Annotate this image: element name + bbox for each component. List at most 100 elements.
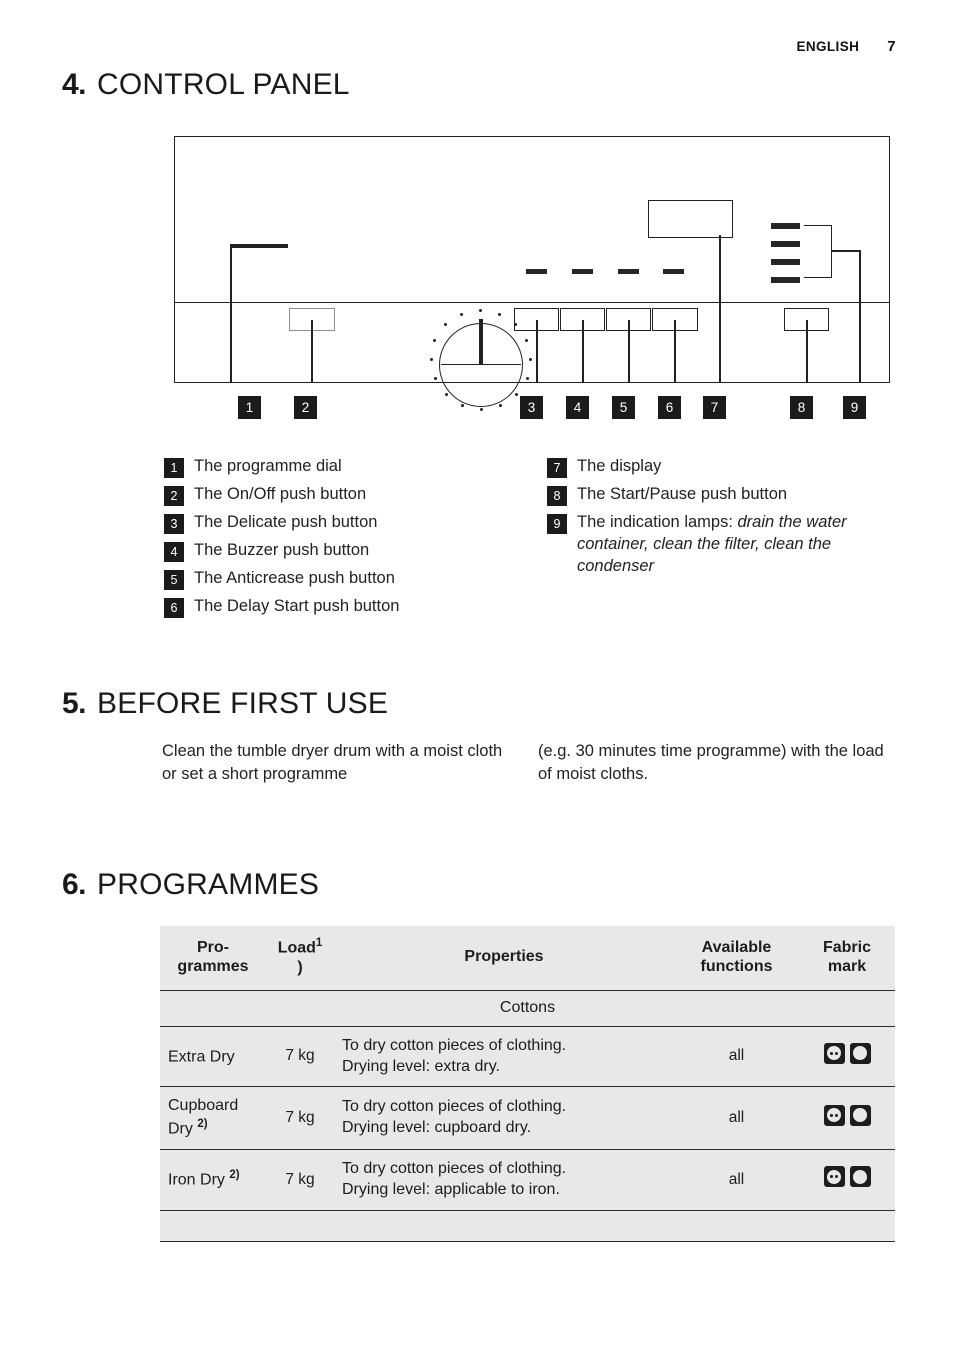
- legend-item: 2 The On/Off push button: [164, 484, 524, 506]
- fabric-marks: [823, 1104, 871, 1126]
- tumble-dry-any-icon: [849, 1104, 871, 1126]
- legend-item: 4 The Buzzer push button: [164, 540, 524, 562]
- before-first-use-column-2: (e.g. 30 minutes time programme) with th…: [538, 742, 884, 784]
- table-trailing-cell: [160, 1210, 895, 1242]
- properties-line2: Drying level: cupboard dry.: [342, 1119, 532, 1137]
- col-header-fabric-mark-line1: Fabric: [822, 938, 871, 956]
- leader-4: [582, 320, 584, 383]
- programme-dial-icon: [430, 309, 533, 412]
- section-heading-programmes: 6. PROGRAMMES: [62, 868, 319, 902]
- lamp-clean-filter: [771, 241, 800, 247]
- lamp-clean-condenser: [771, 259, 800, 265]
- dial-leader-tick: [230, 244, 288, 248]
- col-header-load-sup: 1: [315, 937, 323, 949]
- section-title: CONTROL PANEL: [97, 68, 350, 101]
- col-header-load-sup-close: ): [297, 958, 303, 976]
- control-panel-diagram: [174, 136, 890, 412]
- programme-footnote: 2): [197, 1118, 208, 1131]
- legend-item: 1 The programme dial: [164, 456, 524, 478]
- leader-5: [628, 320, 630, 383]
- legend-badge: 3: [164, 514, 184, 534]
- lamp-bracket-stub: [832, 250, 860, 252]
- callout-2: 2: [294, 396, 317, 419]
- section-number: 6.: [62, 868, 87, 901]
- callout-4: 4: [566, 396, 589, 419]
- header-language: ENGLISH: [796, 39, 860, 54]
- callout-6: 6: [658, 396, 681, 419]
- fabric-marks: [823, 1042, 871, 1064]
- callout-9: 9: [843, 396, 866, 419]
- table-header-row: Pro- grammes Load1 ) Properties Availabl…: [160, 926, 895, 991]
- group-label-cottons: Cottons: [160, 990, 895, 1027]
- col-header-available-functions-line1: Available: [701, 938, 772, 956]
- col-header-properties: Properties: [334, 926, 674, 991]
- col-header-programmes-line2: grammes: [177, 957, 249, 975]
- cell-properties: To dry cotton pieces of clothing. Drying…: [334, 1086, 674, 1151]
- control-panel-legend-right: 7 The display 8 The Start/Pause push but…: [547, 456, 897, 584]
- legend-label: The On/Off push button: [194, 485, 367, 503]
- col-header-fabric-mark-line2: mark: [827, 957, 867, 975]
- dial-pointer: [479, 319, 483, 365]
- table-row: Iron Dry 2) 7 kg To dry cotton pieces of…: [160, 1149, 895, 1211]
- properties-line1: To dry cotton pieces of clothing.: [342, 1098, 567, 1116]
- cell-available-functions: all: [674, 1149, 799, 1211]
- legend-label: The Delay Start push button: [194, 597, 400, 615]
- page-number: 7: [887, 38, 896, 55]
- page-header: ENGLISH 7: [796, 38, 896, 55]
- panel-divider-line: [174, 302, 890, 303]
- programmes-table: Pro- grammes Load1 ) Properties Availabl…: [160, 926, 895, 1242]
- section-heading-control-panel: 4. CONTROL PANEL: [62, 68, 350, 102]
- display-window: [648, 200, 733, 238]
- col-header-fabric-mark: Fabric mark: [799, 926, 895, 991]
- table-row: Cupboard Dry 2) 7 kg To dry cotton piece…: [160, 1086, 895, 1151]
- legend-badge: 6: [164, 598, 184, 618]
- leader-2: [311, 320, 313, 383]
- programme-footnote: 2): [229, 1169, 240, 1182]
- programme-name: Iron Dry: [168, 1171, 225, 1189]
- lamp-drain-water-container: [771, 223, 800, 229]
- legend-item: 7 The display: [547, 456, 897, 478]
- leader-8: [806, 320, 808, 383]
- cell-available-functions: all: [674, 1086, 799, 1151]
- section-number: 4.: [62, 68, 87, 101]
- cell-fabric-mark: [799, 1086, 895, 1151]
- tumble-dry-normal-icon: [823, 1166, 845, 1188]
- leader-6: [674, 320, 676, 383]
- legend-badge: 2: [164, 486, 184, 506]
- callout-1: 1: [238, 396, 261, 419]
- tumble-dry-normal-icon: [823, 1042, 845, 1064]
- legend-label: The programme dial: [194, 457, 342, 475]
- section-number: 5.: [62, 687, 87, 720]
- properties-line2: Drying level: extra dry.: [342, 1057, 500, 1075]
- tumble-dry-any-icon: [849, 1042, 871, 1064]
- tumble-dry-any-icon: [849, 1166, 871, 1188]
- callout-5: 5: [612, 396, 635, 419]
- cell-fabric-mark: [799, 1149, 895, 1211]
- legend-label: The Start/Pause push button: [577, 485, 788, 503]
- col-header-load-text: Load: [277, 939, 316, 957]
- cell-programme: Cupboard Dry 2): [160, 1086, 266, 1151]
- section-title: BEFORE FIRST USE: [97, 687, 389, 720]
- cell-load: 7 kg: [266, 1086, 334, 1151]
- properties-line1: To dry cotton pieces of clothing.: [342, 1160, 567, 1178]
- before-first-use-column-1: Clean the tumble dryer drum with a moist…: [162, 742, 503, 784]
- indicator-dash-anticrease: [618, 269, 639, 274]
- legend-label: The Delicate push button: [194, 513, 378, 531]
- table-trailing-row: [160, 1210, 895, 1242]
- lamp-extra: [771, 277, 800, 283]
- legend-item: 6 The Delay Start push button: [164, 596, 524, 618]
- lamp-group-bracket: [804, 225, 832, 278]
- properties-line1: To dry cotton pieces of clothing.: [342, 1036, 567, 1054]
- table-row: Extra Dry 7 kg To dry cotton pieces of c…: [160, 1026, 895, 1088]
- cell-properties: To dry cotton pieces of clothing. Drying…: [334, 1026, 674, 1088]
- tumble-dry-normal-icon: [823, 1104, 845, 1126]
- legend-label: The display: [577, 457, 662, 475]
- before-first-use-body: Clean the tumble dryer drum with a moist…: [162, 740, 892, 787]
- legend-badge: 7: [547, 458, 567, 478]
- callout-number-row: 1 2 3 4 5 6 7 8 9: [0, 396, 954, 419]
- legend-label: The Buzzer push button: [194, 541, 370, 559]
- legend-item: 9 The indication lamps: drain the water …: [547, 512, 897, 578]
- col-header-load: Load1 ): [266, 926, 334, 991]
- cell-load: 7 kg: [266, 1149, 334, 1211]
- fabric-marks: [823, 1166, 871, 1188]
